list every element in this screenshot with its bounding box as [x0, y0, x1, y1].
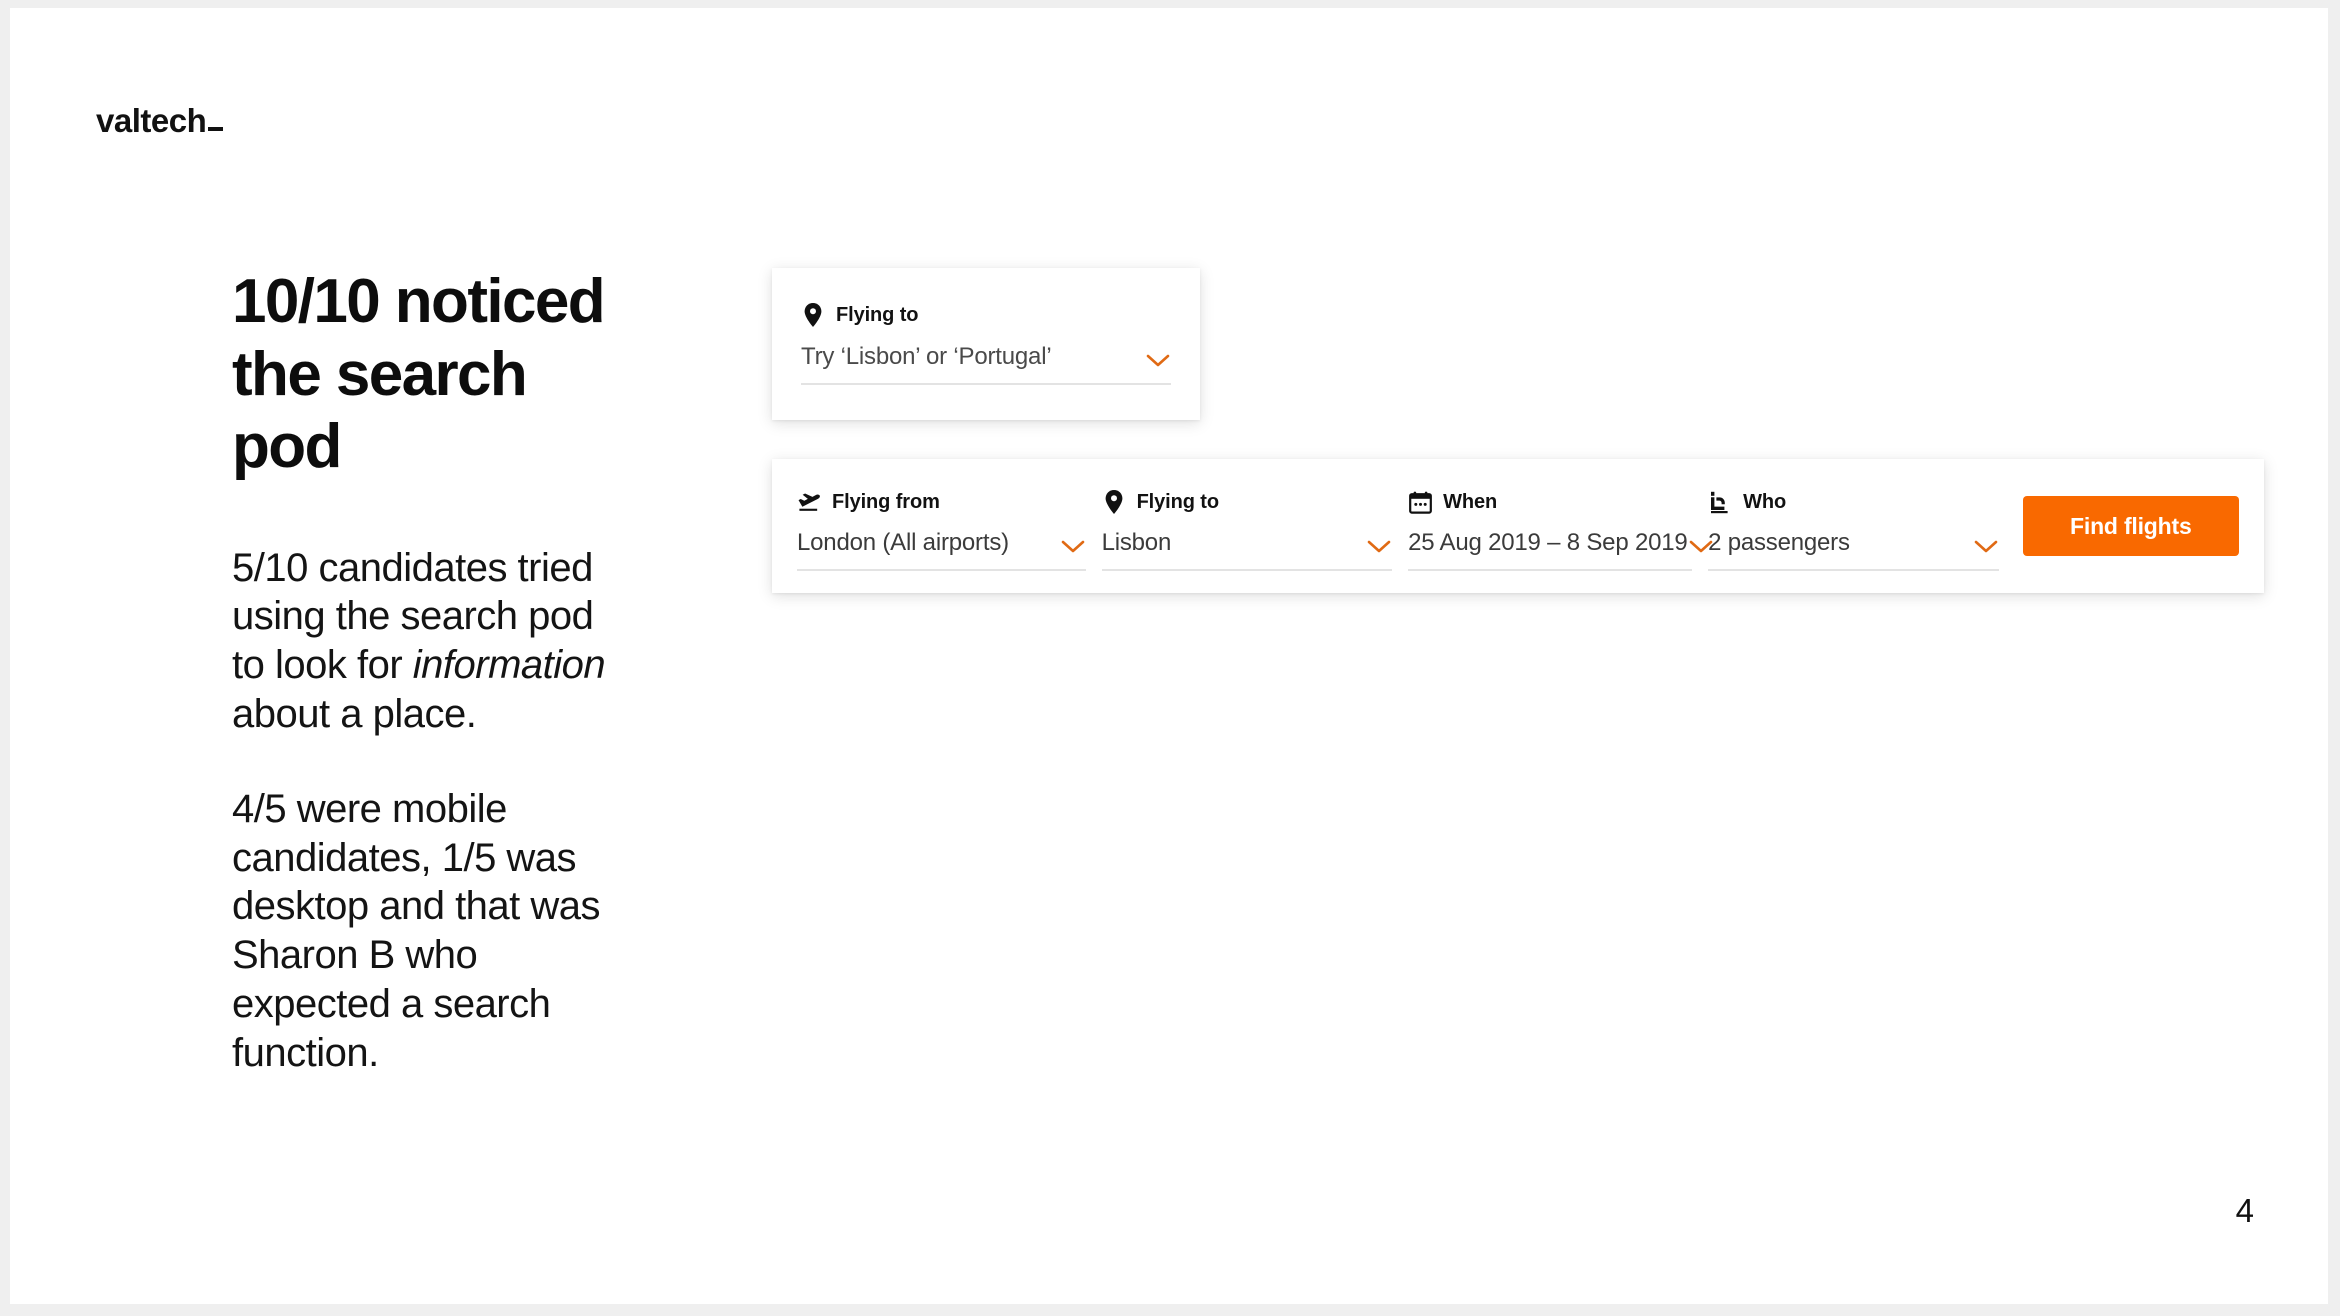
- flying-from-label: Flying from: [832, 490, 940, 513]
- paragraph-1-emphasis: information: [412, 643, 606, 688]
- page-number: 4: [2235, 1192, 2254, 1229]
- when-field[interactable]: When 25 Aug 2019 – 8 Sep 2019: [1408, 481, 1712, 571]
- seat-icon: [1708, 490, 1732, 514]
- who-input[interactable]: 2 passengers: [1708, 529, 1850, 557]
- body-paragraph-2: 4/5 were mobile candidates, 1/5 was desk…: [232, 785, 632, 1078]
- when-value-row[interactable]: 25 Aug 2019 – 8 Sep 2019: [1408, 529, 1712, 571]
- map-pin-icon: [1102, 490, 1126, 514]
- flying-from-input[interactable]: London (All airports): [797, 529, 1009, 557]
- valtech-logo: valtech: [96, 102, 224, 140]
- flying-to-field-header: Flying to: [801, 302, 1171, 328]
- body-paragraph-1: 5/10 candidates tried using the search p…: [232, 544, 632, 739]
- flying-to-label: Flying to: [1136, 490, 1220, 513]
- when-field-header: When: [1408, 489, 1692, 515]
- who-label: Who: [1743, 490, 1787, 513]
- when-label: When: [1443, 490, 1498, 513]
- flying-to-label: Flying to: [836, 303, 919, 326]
- flying-from-field[interactable]: Flying from London (All airports): [797, 481, 1086, 571]
- flying-to-input[interactable]: Try ‘Lisbon’ or ‘Portugal’: [801, 343, 1052, 371]
- who-field[interactable]: Who 2 passengers: [1708, 481, 1999, 571]
- flight-search-bar[interactable]: Flying from London (All airports) Flying…: [772, 459, 2264, 593]
- map-pin-icon: [801, 303, 825, 327]
- flying-to-field-header: Flying to: [1102, 489, 1393, 515]
- who-field-header: Who: [1708, 489, 1999, 515]
- who-value-row[interactable]: 2 passengers: [1708, 529, 1999, 571]
- calendar-icon: [1408, 490, 1432, 514]
- find-flights-button[interactable]: Find flights: [2022, 496, 2240, 556]
- flying-to-input[interactable]: Lisbon: [1102, 529, 1172, 557]
- logo-wordmark: valtech: [96, 102, 207, 139]
- logo-underscore-mark: [208, 127, 224, 131]
- left-content-column: 10/10 noticed the search pod 5/10 candid…: [232, 266, 632, 1078]
- page-title: 10/10 noticed the search pod: [232, 267, 606, 482]
- flying-to-value-row[interactable]: Try ‘Lisbon’ or ‘Portugal’: [801, 343, 1171, 385]
- flying-to-search-pod[interactable]: Flying to Try ‘Lisbon’ or ‘Portugal’: [772, 268, 1200, 420]
- flying-to-value-row[interactable]: Lisbon: [1101, 529, 1393, 571]
- paragraph-2-text: 4/5 were mobile candidates, 1/5 was desk…: [232, 786, 601, 1075]
- chevron-down-icon[interactable]: [1973, 539, 1999, 555]
- plane-departure-icon: [797, 490, 821, 514]
- chevron-down-icon[interactable]: [1060, 539, 1086, 555]
- when-input[interactable]: 25 Aug 2019 – 8 Sep 2019: [1408, 529, 1688, 557]
- paragraph-1-text-after: about a place.: [232, 691, 477, 736]
- slide-canvas: valtech 10/10 noticed the search pod 5/1…: [10, 8, 2328, 1304]
- flying-from-value-row[interactable]: London (All airports): [797, 529, 1086, 571]
- chevron-down-icon[interactable]: [1145, 353, 1171, 369]
- chevron-down-icon[interactable]: [1366, 539, 1392, 555]
- flying-from-field-header: Flying from: [797, 489, 1086, 515]
- flying-to-field[interactable]: Flying to Lisbon: [1101, 481, 1393, 571]
- flying-to-field[interactable]: Flying to Try ‘Lisbon’ or ‘Portugal’: [801, 302, 1171, 385]
